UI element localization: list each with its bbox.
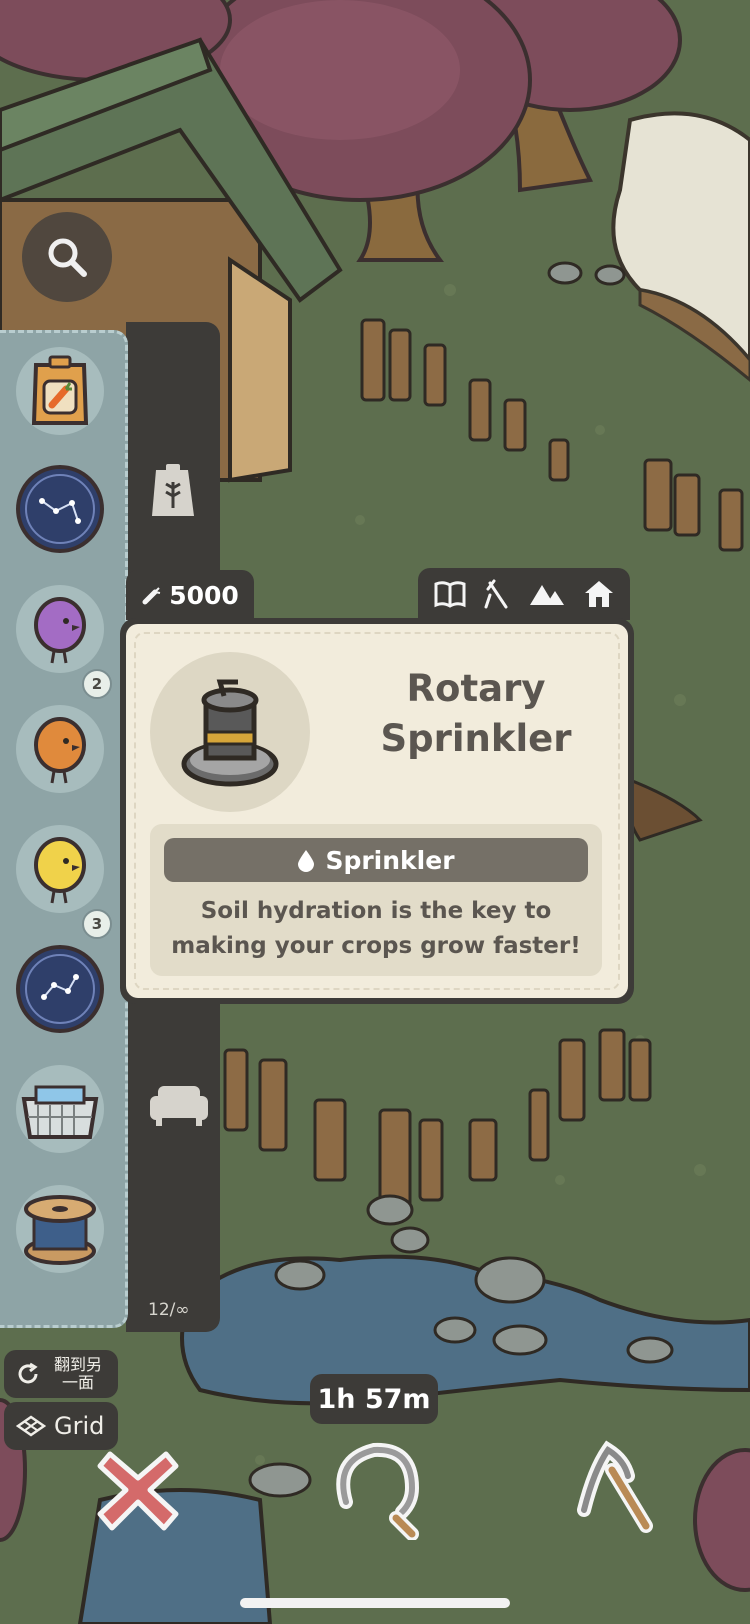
- flip-label-line2: 一面: [61, 1373, 94, 1392]
- pickaxe-tool-button[interactable]: [564, 1440, 664, 1540]
- item-category-bar: Sprinkler: [164, 838, 588, 882]
- constellation-rug-icon: [16, 945, 104, 1033]
- constellation-rug-icon: [16, 465, 104, 553]
- cancel-button[interactable]: [96, 1448, 180, 1532]
- item-title-line1: Rotary: [406, 667, 546, 710]
- grid-icon: [16, 1415, 46, 1437]
- book-icon[interactable]: [433, 579, 467, 609]
- water-drop-icon: [298, 850, 315, 872]
- price-tab: 5000: [126, 570, 254, 620]
- inventory-slot-constellation-rug[interactable]: [16, 465, 104, 553]
- carrot-icon: [142, 587, 161, 605]
- yellow-chick-icon: [34, 837, 86, 904]
- item-type-tabs: [418, 568, 630, 620]
- tool-timer: 1h 57m: [310, 1374, 438, 1424]
- grid-label: Grid: [54, 1412, 105, 1440]
- house-icon[interactable]: [583, 579, 615, 609]
- sickle-tool-button[interactable]: [326, 1440, 426, 1540]
- inventory-slot-constellation-rug[interactable]: [16, 945, 104, 1033]
- orange-chick-icon: [34, 717, 86, 784]
- search-button[interactable]: [22, 212, 112, 302]
- home-indicator: [240, 1598, 510, 1608]
- item-description: Soil hydration is the key to making your…: [160, 894, 592, 964]
- sofa-icon[interactable]: [148, 1082, 210, 1126]
- seed-bag-icon[interactable]: [148, 462, 198, 520]
- rotate-icon: [18, 1362, 38, 1384]
- item-info-card: Rotary Sprinkler Sprinkler Soil hydratio…: [120, 618, 634, 1004]
- wooden-spool-icon: [24, 1195, 96, 1265]
- quantity-badge: 2: [82, 669, 112, 699]
- glass-basket-icon: [21, 1085, 99, 1139]
- mountain-icon[interactable]: [528, 581, 566, 607]
- item-info-box: Sprinkler Soil hydration is the key to m…: [150, 824, 602, 976]
- item-description-line1: Soil hydration is the key to: [200, 898, 552, 924]
- item-title: Rotary Sprinkler: [346, 664, 606, 764]
- item-category: Sprinkler: [325, 845, 455, 875]
- search-icon: [48, 238, 87, 277]
- flip-label: 翻到另 一面: [48, 1356, 108, 1392]
- inventory-slot-carrot-seed-packet[interactable]: [16, 347, 104, 435]
- inventory-count: 12/∞: [148, 1300, 190, 1320]
- item-description-line2: making your crops grow faster!: [171, 933, 581, 959]
- inventory-slot-glass-basket[interactable]: [16, 1065, 104, 1153]
- inventory-slot-purple-chick[interactable]: [16, 585, 104, 673]
- item-portrait: [150, 652, 310, 812]
- inventory-slot-wooden-spool[interactable]: [16, 1185, 104, 1273]
- flip-button[interactable]: 翻到另 一面: [4, 1350, 118, 1398]
- purple-chick-icon: [34, 597, 86, 664]
- flip-label-line1: 翻到另: [53, 1355, 102, 1374]
- tools-icon[interactable]: [484, 579, 510, 609]
- rotary-sprinkler-icon: [181, 679, 279, 787]
- inventory-panel: 2 3: [0, 330, 128, 1328]
- grid-toggle-button[interactable]: Grid: [4, 1402, 118, 1450]
- inventory-slot-yellow-chick[interactable]: [16, 825, 104, 913]
- inventory-slot-orange-chick[interactable]: [16, 705, 104, 793]
- quantity-badge: 3: [82, 909, 112, 939]
- price-value: 5000: [169, 580, 239, 610]
- carrot-seed-packet-icon: [31, 355, 89, 425]
- item-title-line2: Sprinkler: [380, 717, 572, 760]
